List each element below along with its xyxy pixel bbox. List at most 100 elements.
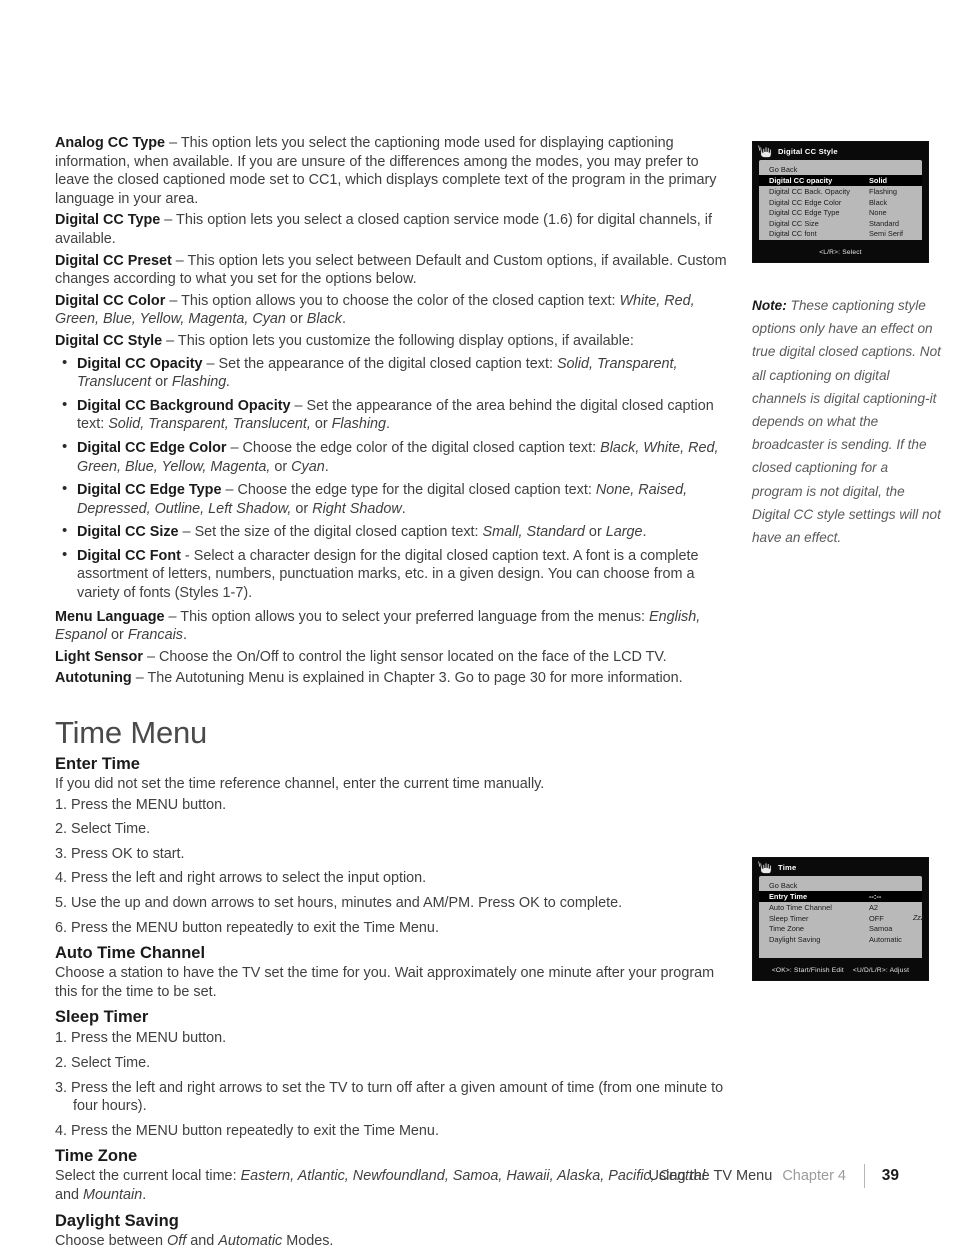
osd-menu-item-go-back[interactable]: Go Back (759, 164, 922, 175)
osd-item-value: Samoa (869, 924, 893, 934)
text: This option lets you customize the follo… (177, 332, 634, 349)
paragraph-light-sensor: Light Sensor – Choose the On/Off to cont… (55, 648, 730, 667)
osd-digital-cc-style-screenshot: Digital CC Style Go Back Digital CC opac… (752, 141, 929, 263)
dash: – (202, 355, 219, 372)
sleep-timer-steps: 1. Press the MENU button. 2. Select Time… (55, 1029, 730, 1140)
option-last: Flashing (331, 416, 387, 433)
text: This option allows you to choose the col… (181, 292, 620, 309)
list-item: 1. Press the MENU button. (55, 1030, 227, 1047)
manual-page: Analog CC Type – This option lets you se… (0, 0, 954, 1249)
dash: – (165, 135, 181, 151)
period: . (183, 627, 187, 644)
osd-item-value: Automatic (869, 934, 902, 944)
dash: – (171, 252, 188, 269)
list-item: Digital CC Edge Color – Choose the edge … (55, 438, 730, 476)
note-paragraph: Note: These captioning style options onl… (752, 294, 942, 549)
text: Choose the edge type for the digital clo… (237, 482, 596, 499)
list-item: 5. Use the up and down arrows to set hou… (55, 895, 623, 911)
list-item: Digital CC Size – Set the size of the di… (55, 522, 730, 542)
osd-menu-item-auto-time-channel[interactable]: Auto Time Channel A2 (759, 902, 922, 913)
osd-hint-ok: <OK>: Start/Finish Edit (771, 966, 844, 974)
dash: – (165, 292, 182, 309)
bullet-term: Digital CC Font (77, 547, 181, 564)
bullet-term: Digital CC Edge Color (77, 439, 227, 456)
paragraph-digital-cc-type: Digital CC Type – This option lets you s… (55, 211, 730, 248)
osd-menu-item-digital-cc-size[interactable]: Digital CC Size Standard (759, 218, 922, 229)
paragraph-analog-cc-type: Analog CC Type – This option lets you se… (55, 134, 730, 208)
step-text: 3. Press the left and right arrows to se… (55, 1079, 724, 1096)
period: . (341, 311, 346, 328)
note-label: Note: (752, 298, 787, 313)
osd-item-label: Time Zone (769, 924, 805, 934)
osd-footer-hint: <L/R>: Select (753, 242, 928, 262)
osd-item-label: Go Back (769, 164, 798, 174)
term-digital-cc-style: Digital CC Style (55, 332, 163, 349)
osd-item-value: Semi Serif (869, 229, 904, 239)
dash: – (221, 482, 238, 499)
osd-footer-hint: <OK>: Start/Finish Edit <U/D/L/R>: Adjus… (753, 960, 928, 980)
conjunction: or (151, 374, 172, 391)
list-item: Digital CC Opacity – Set the appearance … (55, 354, 730, 392)
footer-chapter-label: Chapter 4 (782, 1168, 846, 1184)
osd-item-value: OFF (869, 913, 884, 923)
osd-item-label: Digital CC font (769, 229, 817, 239)
heading-sleep-timer: Sleep Timer (55, 1008, 149, 1027)
text: This option allows you to select your pr… (180, 608, 650, 625)
osd-title: Time (778, 862, 797, 872)
dash: – (226, 439, 243, 456)
conjunction: or (285, 311, 307, 328)
osd-item-value: --:-- (869, 891, 882, 901)
osd-item-label: Entry Time (769, 891, 808, 901)
sleep-zzz-icon: Zzz (913, 914, 925, 922)
osd-menu-item-digital-cc-font[interactable]: Digital CC font Semi Serif (759, 229, 922, 240)
osd-item-label: Go Back (769, 880, 798, 890)
list-item: 2. Select Time. (55, 821, 151, 838)
osd-menu-item-daylight-saving[interactable]: Daylight Saving Automatic (759, 934, 922, 945)
heading-daylight-saving: Daylight Saving (55, 1211, 179, 1230)
osd-item-value: Flashing (869, 186, 897, 196)
tail: . (386, 416, 391, 433)
osd-menu-item-digital-cc-opacity[interactable]: Digital CC opacity Solid (759, 175, 922, 186)
dash: – (178, 524, 195, 541)
dash: – (131, 670, 148, 687)
list-item: 4. Press the left and right arrows to se… (55, 870, 427, 887)
dash: – (164, 608, 181, 625)
osd-menu-item-digital-cc-edge-type[interactable]: Digital CC Edge Type None (759, 207, 922, 218)
conjunction: or (270, 458, 292, 475)
options: Small, Standard (482, 524, 585, 541)
bullet-term: Digital CC Edge Type (77, 482, 222, 499)
enter-time-steps: 1. Press the MENU button. 2. Select Time… (55, 796, 730, 938)
osd-time-menu-screenshot: Time Go Back Entry Time --:-- Auto Time … (752, 857, 929, 981)
term-menu-language: Menu Language (55, 608, 165, 625)
list-item: Digital CC Font - Select a character des… (55, 546, 730, 603)
osd-menu-list: Go Back Entry Time --:-- Auto Time Chann… (759, 876, 925, 958)
bullet-term: Digital CC Size (77, 524, 179, 541)
osd-menu-item-entry-time[interactable]: Entry Time --:-- (759, 891, 922, 902)
option-last: Flashing. (171, 374, 231, 391)
dash: – (142, 648, 159, 665)
text: Set the appearance of the digital closed… (218, 355, 557, 372)
osd-item-label: Auto Time Channel (769, 902, 832, 912)
page-footer: Using the TV Menu Chapter 4 39 (0, 1160, 954, 1192)
step-continuation: four hours). (73, 1098, 147, 1115)
osd-menu-item-time-zone[interactable]: Time Zone Samoa (759, 923, 922, 934)
osd-item-value: Solid (869, 175, 888, 185)
cc-style-options-list: Digital CC Opacity – Set the appearance … (55, 354, 730, 603)
osd-title: Digital CC Style (778, 146, 838, 156)
hand-pointer-icon (757, 860, 775, 875)
osd-menu-item-digital-cc-back-opacity[interactable]: Digital CC Back. Opacity Flashing (759, 186, 922, 197)
osd-item-label: Sleep Timer (769, 913, 809, 923)
paragraph-menu-language: Menu Language – This option allows you t… (55, 608, 730, 645)
osd-menu-item-sleep-timer[interactable]: Sleep Timer OFF Zzz (759, 913, 925, 924)
dash: – (290, 397, 307, 414)
option-last: Right Shadow (312, 500, 402, 517)
list-item: 3. Press the left and right arrows to se… (55, 1079, 730, 1116)
osd-menu-item-digital-cc-edge-color[interactable]: Digital CC Edge Color Black (759, 197, 922, 208)
list-item: 4. Press the MENU button repeatedly to e… (55, 1122, 439, 1139)
main-content-column: Analog CC Type – This option lets you se… (55, 134, 730, 1252)
osd-titlebar: Digital CC Style (753, 142, 928, 160)
osd-item-label: Digital CC Edge Type (769, 208, 840, 218)
osd-menu-item-go-back[interactable]: Go Back (759, 880, 922, 891)
list-item: 1. Press the MENU button. (55, 796, 227, 813)
tail: . (324, 458, 329, 475)
